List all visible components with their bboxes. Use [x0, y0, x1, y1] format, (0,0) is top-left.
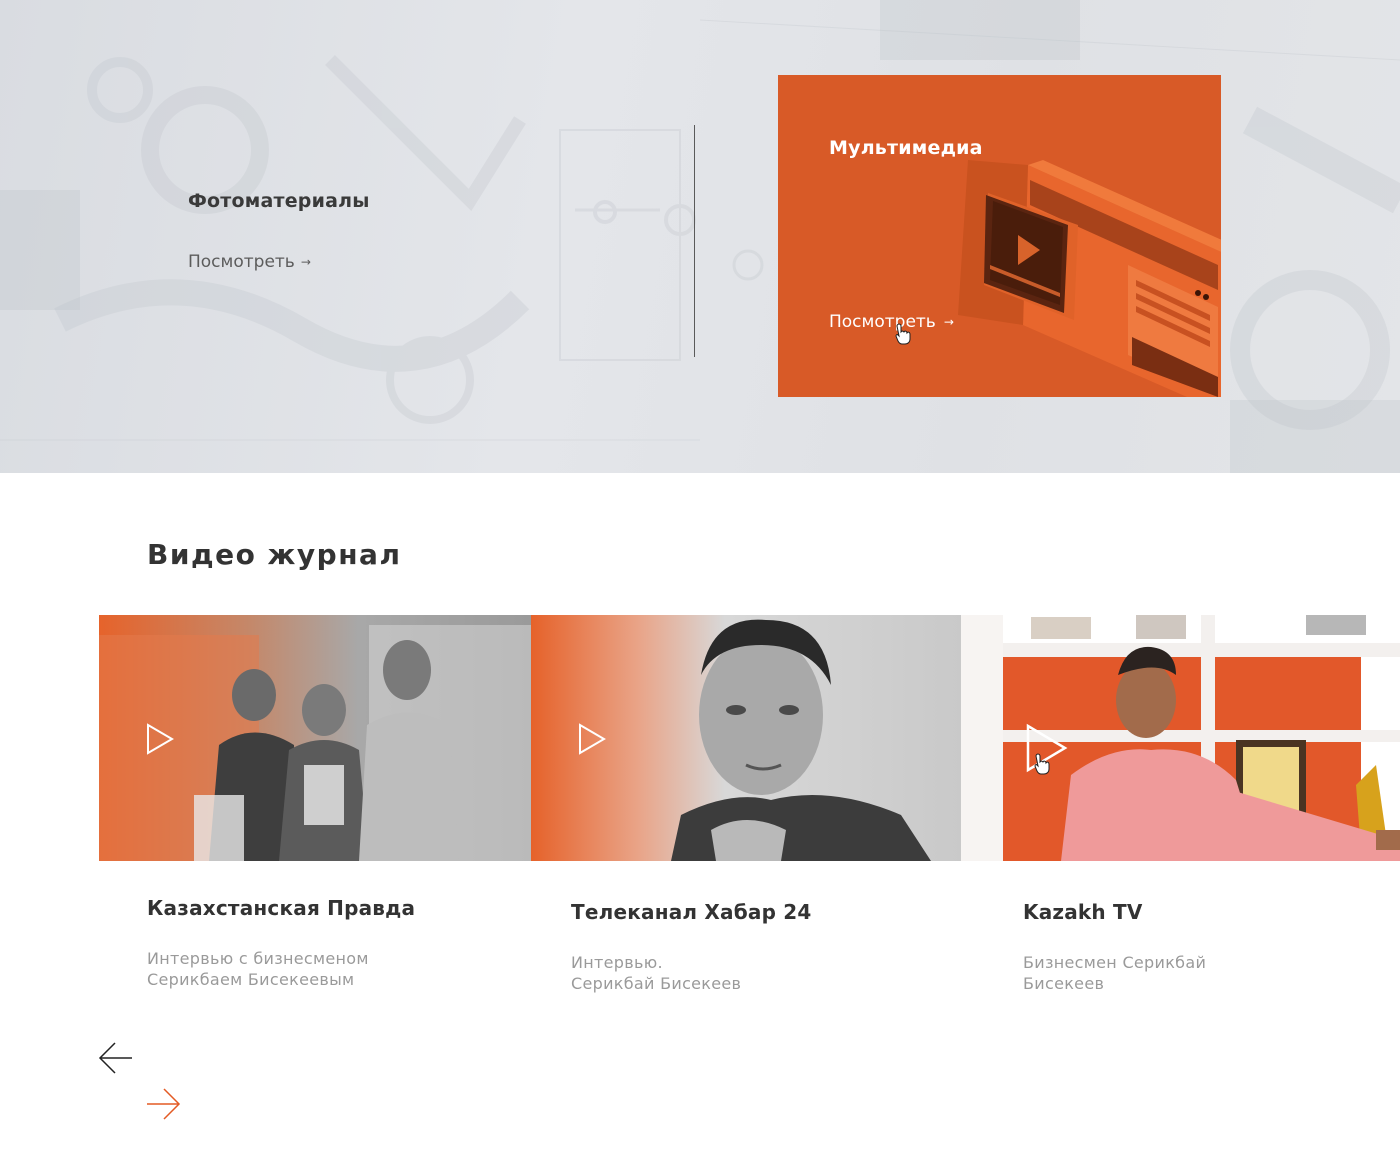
video-card-heading[interactable]: Казахстанская Правда — [147, 896, 415, 920]
arrow-right-icon[interactable] — [145, 1086, 181, 1122]
play-icon[interactable] — [146, 723, 174, 755]
arrow-left-icon[interactable] — [98, 1040, 134, 1076]
video-card-heading[interactable]: Телеканал Хабар 24 — [571, 900, 812, 924]
multimedia-view-label: Посмотреть — [829, 312, 936, 332]
video-card-desc-line: Серикбай Бисекеев — [571, 974, 742, 993]
play-icon[interactable] — [578, 723, 606, 755]
video-card-kazakhtv[interactable] — [961, 615, 1400, 861]
video-card-desc-line: Интервью с бизнесменом — [147, 949, 369, 968]
multimedia-view-link[interactable]: Посмотреть → — [829, 312, 954, 332]
arrow-right-icon: → — [300, 255, 311, 269]
video-player-illustration — [958, 160, 1221, 397]
vertical-divider — [694, 125, 695, 357]
arrow-right-icon: → — [943, 315, 954, 329]
video-card-khabar24[interactable] — [531, 615, 961, 861]
video-card-desc-line: Интервью. — [571, 953, 663, 972]
hand-cursor-icon — [895, 323, 911, 345]
hand-cursor-icon — [1034, 753, 1050, 775]
media-banner: Фотоматериалы Посмотреть → Мультимедиа П… — [0, 0, 1400, 473]
multimedia-card[interactable]: Мультимедиа Посмотреть → — [778, 75, 1221, 397]
video-card-desc-line: Серикбаем Бисекеевым — [147, 970, 355, 989]
photos-title: Фотоматериалы — [188, 190, 370, 212]
multimedia-title: Мультимедиа — [829, 137, 983, 159]
video-card-description: Бизнесмен Серикбай Бисекеев — [1023, 952, 1206, 994]
video-card-desc-line: Бисекеев — [1023, 974, 1105, 993]
video-journal-title: Видео журнал — [147, 538, 402, 571]
video-card-description: Интервью с бизнесменом Серикбаем Бисекее… — [147, 948, 369, 990]
photos-view-link[interactable]: Посмотреть → — [188, 252, 311, 272]
video-card-desc-line: Бизнесмен Серикбай — [1023, 953, 1207, 972]
video-card-heading[interactable]: Kazakh TV — [1023, 900, 1143, 924]
video-card-description: Интервью. Серикбай Бисекеев — [571, 952, 741, 994]
photos-view-label: Посмотреть — [188, 252, 295, 272]
video-card-kazpravda[interactable] — [99, 615, 531, 861]
